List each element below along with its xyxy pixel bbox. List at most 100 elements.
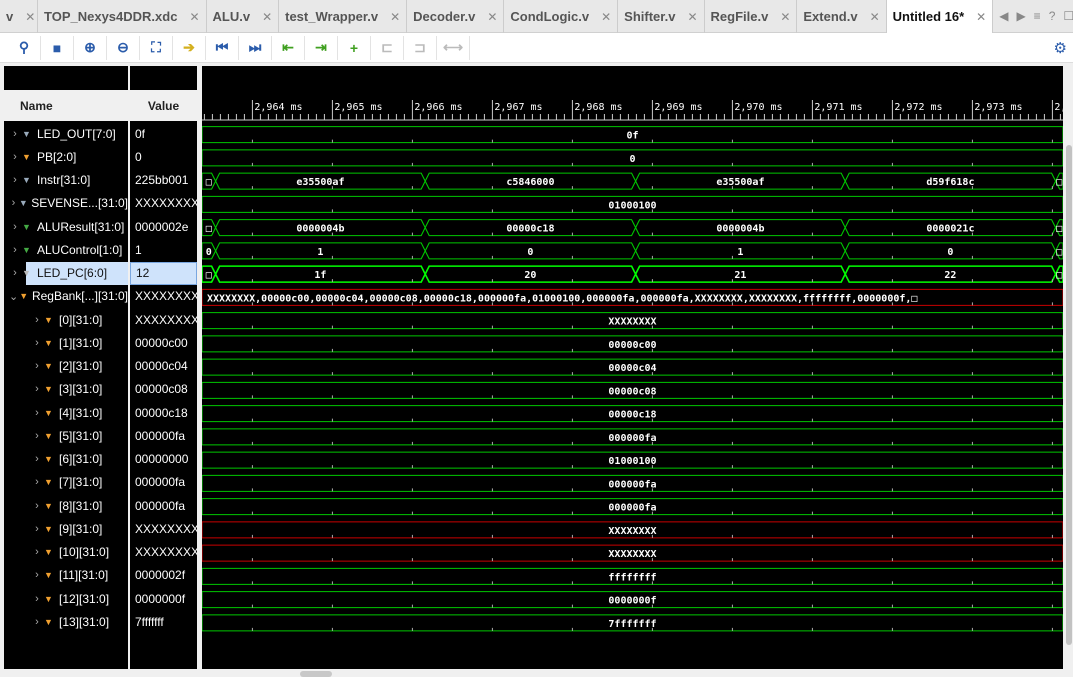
expand-chevron-icon[interactable]: › bbox=[8, 197, 19, 209]
bus-value: □ bbox=[1056, 177, 1062, 188]
tab-alu-v[interactable]: ALU.v ✕ bbox=[207, 0, 280, 33]
expand-chevron-icon[interactable]: › bbox=[30, 453, 44, 465]
expand-chevron-icon[interactable]: › bbox=[8, 174, 22, 186]
next-marker-icon[interactable]: ⊐ bbox=[404, 35, 437, 60]
previous-transition-icon[interactable]: ⇤ bbox=[272, 35, 305, 60]
signal-row[interactable]: › ▼ [2][31:0] bbox=[4, 355, 128, 378]
value-column-header[interactable]: Value bbox=[130, 90, 197, 121]
close-tab-icon[interactable]: ✕ bbox=[858, 10, 880, 24]
signal-row[interactable]: › ▼ [7][31:0] bbox=[4, 471, 128, 494]
horizontal-scrollbar[interactable] bbox=[0, 669, 1073, 677]
collapse-chevron-icon[interactable]: ⌄ bbox=[8, 290, 19, 303]
expand-chevron-icon[interactable]: › bbox=[30, 360, 44, 372]
tab-condlogic-v[interactable]: CondLogic.v ✕ bbox=[504, 0, 619, 33]
tab-test-wrapper-v[interactable]: test_Wrapper.v ✕ bbox=[279, 0, 408, 33]
help-icon[interactable]: ? bbox=[1049, 9, 1056, 23]
expand-chevron-icon[interactable]: › bbox=[8, 267, 22, 279]
next-transition-icon[interactable]: ⇥ bbox=[305, 35, 338, 60]
previous-marker-icon[interactable]: ⊏ bbox=[371, 35, 404, 60]
close-tab-icon[interactable]: ✕ bbox=[475, 10, 497, 24]
scroll-tabs-right-icon[interactable]: ▶ bbox=[1016, 9, 1025, 23]
expand-chevron-icon[interactable]: › bbox=[30, 407, 44, 419]
go-to-end-icon[interactable]: ⏭ bbox=[239, 35, 272, 60]
signal-row[interactable]: › ▼ ALUControl[1:0] bbox=[4, 238, 128, 261]
go-to-start-icon[interactable]: ⏮ bbox=[206, 35, 239, 60]
signal-row[interactable]: › ▼ [4][31:0] bbox=[4, 401, 128, 424]
expand-chevron-icon[interactable]: › bbox=[8, 151, 22, 163]
swap-cursors-icon[interactable]: ⟷ bbox=[437, 35, 470, 60]
expand-chevron-icon[interactable]: › bbox=[30, 616, 44, 628]
signal-row[interactable]: ⌄ ▼ RegBank[...][31:0] bbox=[4, 285, 128, 308]
tab-label: ALU.v bbox=[212, 9, 251, 24]
bus-value: d59f618c bbox=[926, 177, 974, 188]
maximize-icon[interactable]: ☐ bbox=[1063, 9, 1073, 23]
bus-value: 1f bbox=[314, 270, 326, 281]
expand-chevron-icon[interactable]: › bbox=[30, 430, 44, 442]
signal-row[interactable]: › ▼ [8][31:0] bbox=[4, 494, 128, 517]
horizontal-scrollbar-thumb[interactable] bbox=[300, 671, 332, 677]
close-tab-icon[interactable]: ✕ bbox=[768, 10, 790, 24]
expand-chevron-icon[interactable]: › bbox=[30, 593, 44, 605]
expand-chevron-icon[interactable]: › bbox=[30, 383, 44, 395]
add-marker-icon[interactable]: + bbox=[338, 35, 371, 60]
bus-value: XXXXXXXX,00000c00,00000c04,00000c08,0000… bbox=[207, 293, 917, 304]
expand-chevron-icon[interactable]: › bbox=[8, 244, 22, 256]
expand-chevron-icon[interactable]: › bbox=[30, 500, 44, 512]
zoom-out-icon[interactable]: ⊖ bbox=[107, 35, 140, 60]
waveform-canvas[interactable]: 2,964 ms 2,965 ms 2,966 ms 2,967 ms 2,968 ms… bbox=[201, 66, 1066, 669]
signal-row[interactable]: › ▼ [11][31:0] bbox=[4, 564, 128, 587]
close-tab-icon[interactable]: ✕ bbox=[177, 10, 199, 24]
name-column-header[interactable]: Name bbox=[4, 90, 128, 121]
tab-top-nexys4ddr-xdc[interactable]: TOP_Nexys4DDR.xdc ✕ bbox=[38, 0, 207, 33]
signal-value: 225bb001 bbox=[135, 173, 189, 187]
expand-chevron-icon[interactable]: › bbox=[30, 523, 44, 535]
tab-decoder-v[interactable]: Decoder.v ✕ bbox=[407, 0, 505, 33]
expand-chevron-icon[interactable]: › bbox=[30, 546, 44, 558]
settings-gear-icon[interactable]: ⚙ bbox=[1054, 39, 1067, 57]
signal-row[interactable]: › ▼ [3][31:0] bbox=[4, 378, 128, 401]
signal-row[interactable]: › ▼ LED_PC[6:0] bbox=[13, 261, 128, 285]
close-tab-icon[interactable]: ✕ bbox=[378, 10, 400, 24]
signal-row[interactable]: › ▼ SEVENSE...[31:0] bbox=[4, 192, 128, 215]
tab-list-icon[interactable]: ≡ bbox=[1034, 9, 1041, 23]
zoom-fit-icon[interactable]: ⛶ bbox=[140, 35, 173, 60]
tab-untitled-16-[interactable]: Untitled 16* ✕ bbox=[886, 0, 994, 33]
signal-row[interactable]: › ▼ [12][31:0] bbox=[4, 587, 128, 610]
signal-row[interactable]: › ▼ [13][31:0] bbox=[4, 610, 128, 633]
signal-row[interactable]: › ▼ PB[2:0] bbox=[4, 145, 128, 168]
vertical-scrollbar-thumb[interactable] bbox=[1066, 145, 1072, 645]
tab-regfile-v[interactable]: RegFile.v ✕ bbox=[705, 0, 798, 33]
expand-chevron-icon[interactable]: › bbox=[8, 221, 22, 233]
tab-v[interactable]: v ✕ bbox=[0, 0, 38, 33]
close-tab-icon[interactable]: ✕ bbox=[13, 10, 35, 24]
search-icon[interactable]: ⚲ bbox=[8, 35, 41, 60]
close-tab-icon[interactable]: ✕ bbox=[250, 10, 272, 24]
signal-row[interactable]: › ▼ [5][31:0] bbox=[4, 424, 128, 447]
bus-value: 22 bbox=[944, 270, 956, 281]
tab-shifter-v[interactable]: Shifter.v ✕ bbox=[618, 0, 705, 33]
close-tab-icon[interactable]: ✕ bbox=[964, 10, 986, 24]
signal-row[interactable]: › ▼ [6][31:0] bbox=[4, 448, 128, 471]
save-icon[interactable]: ■ bbox=[41, 35, 74, 60]
expand-chevron-icon[interactable]: › bbox=[30, 314, 44, 326]
scroll-tabs-left-icon[interactable]: ◀ bbox=[999, 9, 1008, 23]
signal-row[interactable]: › ▼ [1][31:0] bbox=[4, 331, 128, 354]
go-to-cursor-icon[interactable]: ➔ bbox=[173, 35, 206, 60]
expand-chevron-icon[interactable]: › bbox=[30, 476, 44, 488]
bus-signal-icon: ▼ bbox=[44, 314, 53, 325]
bus-signal-icon: ▼ bbox=[22, 221, 31, 232]
close-tab-icon[interactable]: ✕ bbox=[675, 10, 697, 24]
expand-chevron-icon[interactable]: › bbox=[30, 337, 44, 349]
signal-row[interactable]: › ▼ ALUResult[31:0] bbox=[4, 215, 128, 238]
expand-chevron-icon[interactable]: › bbox=[30, 569, 44, 581]
signal-row[interactable]: › ▼ [10][31:0] bbox=[4, 541, 128, 564]
signal-row[interactable]: › ▼ Instr[31:0] bbox=[4, 169, 128, 192]
signal-row[interactable]: › ▼ [9][31:0] bbox=[4, 517, 128, 540]
zoom-in-icon[interactable]: ⊕ bbox=[74, 35, 107, 60]
expand-chevron-icon[interactable]: › bbox=[8, 128, 22, 140]
signal-row[interactable]: › ▼ LED_OUT[7:0] bbox=[4, 122, 128, 145]
close-tab-icon[interactable]: ✕ bbox=[589, 10, 611, 24]
tab-extend-v[interactable]: Extend.v ✕ bbox=[797, 0, 887, 33]
signal-name: RegBank[...][31:0] bbox=[31, 289, 128, 304]
signal-row[interactable]: › ▼ [0][31:0] bbox=[4, 308, 128, 331]
